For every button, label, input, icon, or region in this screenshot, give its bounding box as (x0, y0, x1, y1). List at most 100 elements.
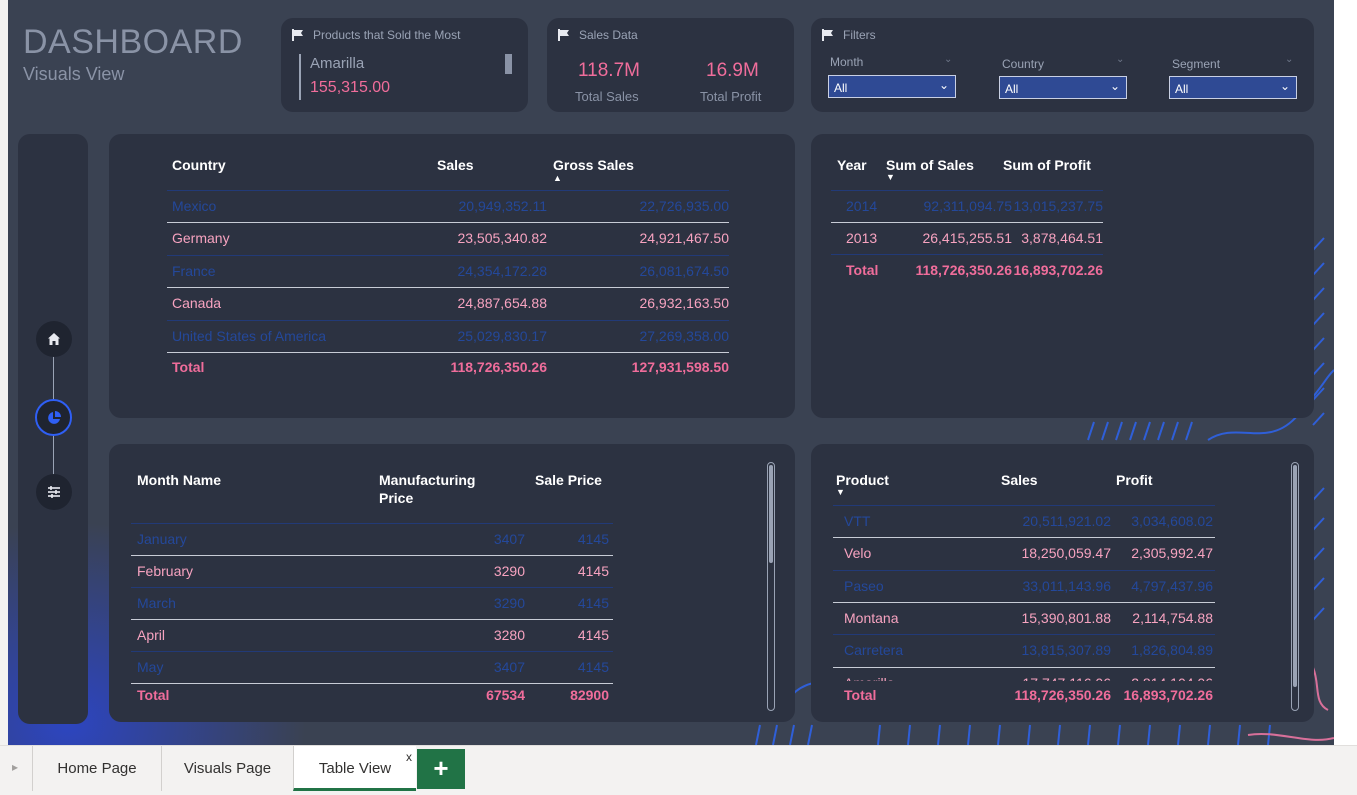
col-header-country[interactable]: Country (172, 156, 226, 174)
country-filter-value: All (1005, 82, 1019, 96)
total-cell: 118,726,350.26 (450, 359, 547, 375)
chevron-down-icon: ⌄ (1109, 79, 1120, 93)
tab-visuals-page[interactable]: Visuals Page (161, 746, 293, 791)
row-divider (167, 190, 729, 191)
row-divider (131, 523, 613, 524)
segment-filter-label: Segment (1172, 57, 1221, 71)
table-cell: 3407 (493, 659, 525, 675)
filters-header-label: Filters (843, 28, 876, 42)
sort-ascending-icon[interactable]: ▲ (553, 173, 562, 183)
total-cell: Total (844, 687, 877, 703)
table-cell: 4145 (577, 595, 609, 611)
table-cell: 20,949,352.11 (458, 198, 548, 214)
scroll-tabs-left-icon[interactable]: ▸ (12, 760, 18, 774)
table-row[interactable]: Mexico 20,949,352.11 22,726,935.00 (167, 190, 729, 222)
visuals-nav-button[interactable] (35, 399, 72, 436)
table-row[interactable]: Montana 15,390,801.88 2,114,754.88 (833, 602, 1215, 634)
filters-nav-button[interactable] (36, 474, 72, 510)
table-row[interactable]: March 3290 4145 (131, 587, 613, 619)
table-cell: 4145 (577, 563, 609, 579)
tab-table-view[interactable]: Table View x (293, 746, 416, 791)
country-filter-dropdown[interactable]: All ⌄ (999, 76, 1127, 99)
total-row: Total 118,726,350.26 16,893,702.26 (833, 679, 1215, 711)
total-cell: Total (846, 262, 879, 278)
table-row[interactable]: January 3407 4145 (131, 523, 613, 555)
table-cell: 24,887,654.88 (457, 295, 547, 312)
sales-data-header: Sales Data (557, 28, 638, 42)
vertical-scrollbar[interactable] (1291, 462, 1299, 711)
total-cell: Total (172, 359, 205, 375)
col-header-profit[interactable]: Profit (1116, 471, 1153, 489)
tab-label: Table View (318, 760, 392, 777)
table-cell: 4145 (577, 659, 609, 675)
month-filter-label: Month (830, 55, 864, 69)
total-cell: 118,726,350.26 (915, 262, 1012, 278)
table-cell: 3,878,464.51 (1021, 230, 1103, 246)
table-row[interactable]: Paseo 33,011,143.96 4,797,437.96 (833, 570, 1215, 602)
col-header-sum-of-profit[interactable]: Sum of Profit (1003, 156, 1091, 174)
table-row[interactable]: France 24,354,172.28 26,081,674.50 (167, 255, 729, 287)
table-cell: 23,505,340.82 (457, 230, 547, 247)
table-cell: Germany (172, 230, 230, 247)
table-cell: 15,390,801.88 (1021, 609, 1111, 626)
scrollbar-thumb[interactable] (1293, 465, 1297, 687)
table-cell: January (137, 531, 187, 547)
table-cell: 3407 (493, 531, 525, 547)
table-cell: 4145 (577, 627, 609, 643)
segment-filter-dropdown[interactable]: All ⌄ (1169, 76, 1297, 99)
tab-home-page[interactable]: Home Page (32, 746, 161, 791)
table-cell: 22,726,935.00 (639, 198, 729, 214)
table-row[interactable]: 2014 92,311,094.75 13,015,237.75 (831, 190, 1103, 222)
table-cell: March (137, 595, 176, 611)
table-row[interactable]: Canada 24,887,654.88 26,932,163.50 (167, 287, 729, 319)
sales-data-card: Sales Data 118.7M Total Sales 16.9M Tota… (547, 18, 794, 112)
table-row[interactable]: Carretera 13,815,307.89 1,826,804.89 (833, 634, 1215, 666)
chevron-down-icon[interactable]: ⌄ (1116, 54, 1124, 65)
col-header-sale-price[interactable]: Sale Price (535, 471, 602, 489)
table-cell: 26,415,255.51 (922, 230, 1012, 246)
col-header-gross-sales[interactable]: Gross Sales (553, 156, 634, 174)
top-products-header-label: Products that Sold the Most (313, 28, 461, 42)
table-row[interactable]: Germany 23,505,340.82 24,921,467.50 (167, 222, 729, 254)
flag-icon (822, 29, 833, 41)
col-header-sum-of-sales[interactable]: Sum of Sales (886, 156, 974, 174)
table-cell: 26,081,674.50 (639, 262, 729, 279)
table-cell: United States of America (172, 327, 327, 344)
country-filter-label: Country (1002, 57, 1045, 71)
table-row[interactable]: 2013 26,415,255.51 3,878,464.51 (831, 222, 1103, 254)
table-row[interactable]: VTT 20,511,921.02 3,034,608.02 (833, 505, 1215, 537)
table-cell: Paseo (844, 577, 884, 594)
scrollbar-thumb[interactable] (769, 465, 773, 563)
table-row[interactable]: Velo 18,250,059.47 2,305,992.47 (833, 537, 1215, 569)
chevron-down-icon[interactable]: ⌄ (1285, 54, 1293, 65)
col-header-sales[interactable]: Sales (1001, 471, 1038, 489)
table-cell: 3290 (493, 595, 525, 611)
total-cell: 16,893,702.26 (1013, 262, 1103, 278)
table-row[interactable]: April 3280 4145 (131, 619, 613, 651)
table-cell: 27,269,358.00 (639, 327, 729, 344)
table-row[interactable]: February 3290 4145 (131, 555, 613, 587)
col-header-manufacturing-price[interactable]: Manufacturing Price (379, 471, 475, 507)
flag-icon (558, 29, 569, 41)
add-tab-button[interactable]: + (417, 749, 465, 789)
month-filter-dropdown[interactable]: All ⌄ (828, 75, 956, 98)
vertical-scrollbar[interactable] (767, 462, 775, 711)
window-margin (1334, 0, 1357, 745)
close-tab-icon[interactable]: x (406, 750, 412, 764)
card-scrollbar[interactable] (505, 54, 512, 74)
top-products-card[interactable]: Products that Sold the Most Amarilla 155… (281, 18, 528, 112)
chevron-down-icon[interactable]: ⌄ (944, 54, 952, 65)
top-product-value: 155,315.00 (310, 79, 391, 96)
tab-label: Home Page (57, 760, 137, 777)
total-cell: 16,893,702.26 (1123, 687, 1213, 703)
home-nav-button[interactable] (36, 321, 72, 357)
table-cell: 92,311,094.75 (923, 198, 1013, 214)
col-header-month-name[interactable]: Month Name (137, 471, 221, 489)
table-row[interactable]: United States of America 25,029,830.17 27,… (167, 320, 729, 352)
pie-chart-icon (47, 410, 61, 424)
col-header-year[interactable]: Year (837, 156, 867, 174)
sort-descending-icon[interactable]: ▼ (886, 172, 895, 182)
sort-descending-icon[interactable]: ▼ (836, 487, 845, 497)
col-header-sales[interactable]: Sales (437, 156, 474, 174)
table-cell: 3290 (493, 563, 525, 579)
